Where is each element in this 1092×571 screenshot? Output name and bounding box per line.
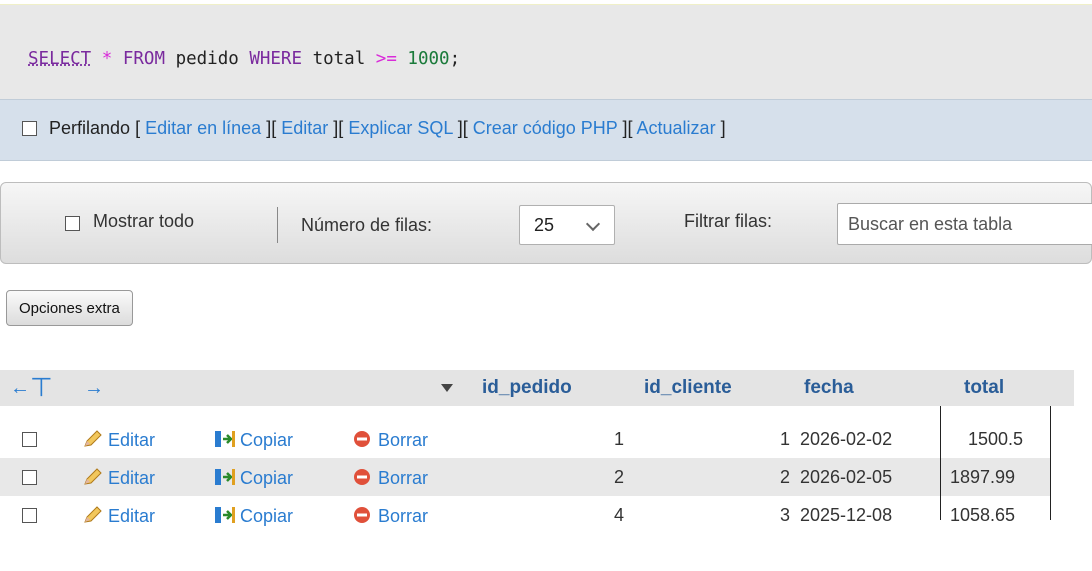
- toolbar-separator: [277, 207, 278, 243]
- column-arrows-header: ← ⊤ →: [0, 370, 470, 406]
- sql-operator: >=: [375, 49, 397, 69]
- pencil-icon: [84, 468, 102, 485]
- column-divider: [1050, 406, 1051, 520]
- cell-id-pedido: 4: [614, 505, 625, 525]
- cell-fecha: 2026-02-05: [800, 467, 893, 487]
- profiling-label: Perfilando: [49, 118, 131, 138]
- sql-terminator: ;: [449, 49, 461, 69]
- rows-count-label: Número de filas:: [301, 215, 433, 235]
- cell-id-cliente: 1: [780, 429, 791, 449]
- sql-from-keyword: FROM: [122, 49, 166, 69]
- sql-query-box: SELECT * FROM pedido WHERE total >= 1000…: [0, 4, 1092, 100]
- sort-dropdown-icon[interactable]: [441, 384, 453, 392]
- column-divider: [940, 406, 941, 520]
- table-row: Editar Copiar Borrar 4 3 2025-12-08 1058…: [0, 496, 1050, 534]
- edit-row-link[interactable]: Editar: [82, 505, 155, 527]
- profiling-checkbox[interactable]: [22, 121, 37, 136]
- pencil-icon: [84, 430, 102, 447]
- cell-id-pedido: 1: [614, 429, 625, 449]
- sql-star: *: [101, 49, 113, 69]
- delete-icon: [354, 507, 370, 523]
- table-row: Editar Copiar Borrar 1 1 2026-02-02 1500…: [0, 420, 1050, 458]
- edit-row-link[interactable]: Editar: [82, 467, 155, 489]
- sql-select-keyword[interactable]: SELECT: [28, 49, 91, 69]
- copy-row-link[interactable]: Copiar: [214, 429, 293, 451]
- column-header-fecha[interactable]: fecha: [792, 370, 952, 406]
- filter-rows-input[interactable]: [837, 203, 1092, 245]
- explain-sql-link[interactable]: Explicar SQL: [348, 118, 452, 138]
- copy-icon: [215, 431, 235, 447]
- sql-column-name: total: [312, 49, 366, 69]
- sql-query: SELECT * FROM pedido WHERE total >= 1000…: [28, 49, 460, 69]
- rows-count-value: 25: [534, 215, 555, 235]
- navigation-toolbar: Mostrar todo Número de filas: 25 Filtrar…: [0, 182, 1092, 264]
- row-select-checkbox[interactable]: [22, 432, 37, 447]
- copy-row-link[interactable]: Copiar: [214, 467, 293, 489]
- create-php-code-link[interactable]: Crear código PHP: [473, 118, 618, 138]
- table-row: Editar Copiar Borrar 2 2 2026-02-05 1897…: [0, 458, 1050, 496]
- arrow-right-icon[interactable]: →: [84, 377, 104, 400]
- column-move-icon[interactable]: ⊤: [30, 372, 53, 403]
- edit-row-link[interactable]: Editar: [82, 429, 155, 451]
- cell-total: 1500.5: [968, 429, 1024, 449]
- cell-id-cliente: 3: [780, 505, 791, 525]
- arrow-left-icon[interactable]: ←: [10, 377, 30, 400]
- delete-row-link[interactable]: Borrar: [352, 429, 428, 451]
- column-header-id-cliente[interactable]: id_cliente: [630, 370, 806, 406]
- copy-row-link[interactable]: Copiar: [214, 505, 293, 527]
- sql-where-keyword: WHERE: [249, 49, 303, 69]
- inline-edit-link[interactable]: Editar en línea: [145, 118, 261, 138]
- column-header-id-pedido[interactable]: id_pedido: [470, 370, 642, 406]
- row-select-checkbox[interactable]: [22, 470, 37, 485]
- filter-rows-label: Filtrar filas:: [684, 211, 773, 231]
- extra-options-button[interactable]: Opciones extra: [6, 290, 133, 326]
- pencil-icon: [84, 506, 102, 523]
- rows-count-select[interactable]: 25: [519, 205, 615, 245]
- delete-icon: [354, 469, 370, 485]
- cell-total: 1897.99: [950, 467, 1016, 487]
- cell-fecha: 2025-12-08: [800, 505, 893, 525]
- profiling-links: Perfilando [ Editar en línea ][ Editar ]…: [22, 118, 726, 139]
- edit-link[interactable]: Editar: [281, 118, 328, 138]
- show-all-checkbox[interactable]: [65, 216, 80, 231]
- profiling-bar: Perfilando [ Editar en línea ][ Editar ]…: [0, 99, 1092, 161]
- cell-id-pedido: 2: [614, 467, 625, 487]
- delete-icon: [354, 431, 370, 447]
- show-all-label: Mostrar todo: [93, 211, 195, 231]
- delete-row-link[interactable]: Borrar: [352, 467, 428, 489]
- row-select-checkbox[interactable]: [22, 508, 37, 523]
- refresh-link[interactable]: Actualizar: [637, 118, 716, 138]
- copy-icon: [215, 469, 235, 485]
- cell-id-cliente: 2: [780, 467, 791, 487]
- delete-row-link[interactable]: Borrar: [352, 505, 428, 527]
- sql-value: 1000: [407, 49, 450, 69]
- sql-table-name: pedido: [175, 49, 239, 69]
- cell-total: 1058.65: [950, 505, 1016, 525]
- cell-fecha: 2026-02-02: [800, 429, 893, 449]
- chevron-down-icon: [585, 216, 601, 232]
- column-header-total[interactable]: total: [940, 370, 1074, 406]
- copy-icon: [215, 507, 235, 523]
